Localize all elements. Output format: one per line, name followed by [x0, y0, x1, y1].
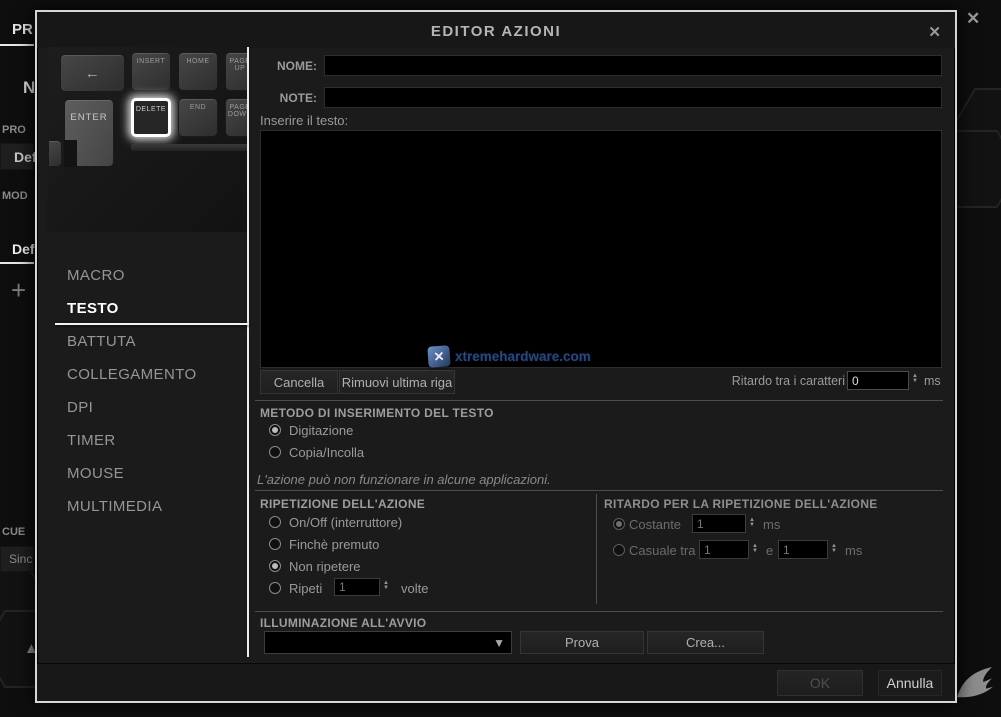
- crea-button[interactable]: Crea...: [647, 631, 764, 654]
- radio-finche-premuto[interactable]: [269, 538, 281, 550]
- chevron-down-icon: ▼: [493, 636, 505, 650]
- bg-label-cue: CUE: [2, 526, 25, 538]
- bg-add-button[interactable]: +: [11, 275, 26, 306]
- radio-casuale: [613, 544, 625, 556]
- method-header: METODO DI INSERIMENTO DEL TESTO: [260, 406, 494, 420]
- menu-item-dpi[interactable]: DPI: [47, 391, 247, 424]
- casuale-from-spinner: ▲▼: [752, 544, 758, 554]
- casuale-to-spinner: ▲▼: [831, 544, 837, 554]
- casuale-unit: ms: [845, 543, 862, 558]
- keyboard-preview: ← ENTER INSERT HOME PAGE UP DELETE END P…: [47, 47, 247, 232]
- menu-item-macro[interactable]: MACRO: [47, 259, 247, 292]
- radio-copia-incolla[interactable]: [269, 446, 281, 458]
- costante-spinner: ▲▼: [749, 518, 755, 528]
- radio-non-ripetere-label[interactable]: Non ripetere: [289, 559, 361, 574]
- rimuovi-ultima-riga-button[interactable]: Rimuovi ultima riga: [339, 370, 455, 394]
- dialog-close-icon[interactable]: ✕: [928, 23, 941, 41]
- radio-digitazione-label[interactable]: Digitazione: [289, 423, 353, 438]
- repeat-delay-header: RITARDO PER LA RIPETIZIONE DELL'AZIONE: [604, 497, 878, 511]
- insert-text-label: Inserire il testo:: [260, 113, 348, 128]
- ripeti-count-input[interactable]: [334, 578, 380, 596]
- radio-finche-premuto-label[interactable]: Finchè premuto: [289, 537, 379, 552]
- char-delay-unit: ms: [924, 374, 941, 388]
- key-insert: INSERT: [131, 52, 171, 91]
- separator: [255, 490, 943, 491]
- radio-onoff[interactable]: [269, 516, 281, 528]
- nome-label: NOME:: [237, 59, 317, 73]
- note-input[interactable]: [324, 87, 942, 108]
- radio-casuale-label: Casuale tra: [629, 543, 695, 558]
- radio-ripeti[interactable]: [269, 582, 281, 594]
- radio-copia-incolla-label[interactable]: Copia/Incolla: [289, 445, 364, 460]
- bg-label-mod: MOD: [2, 190, 28, 202]
- text-entry-area[interactable]: ✕ xtremehardware.com: [260, 130, 942, 368]
- menu-item-mouse[interactable]: MOUSE: [47, 457, 247, 490]
- app-window: PR N PRO Def MOD Def + CUE Sinc ▲ ✕ EDIT…: [0, 0, 1001, 717]
- costante-unit: ms: [763, 517, 780, 532]
- method-note: L'azione può non funzionare in alcune ap…: [257, 472, 551, 487]
- action-type-panel: ← ENTER INSERT HOME PAGE UP DELETE END P…: [47, 47, 249, 657]
- bg-tab-default[interactable]: Def: [12, 241, 35, 257]
- bg-tab-underline: [0, 44, 34, 46]
- key-enter-notch: [64, 140, 77, 167]
- cancella-button[interactable]: Cancella: [260, 370, 338, 394]
- menu-item-battuta[interactable]: BATTUTA: [47, 325, 247, 358]
- dialog-title: EDITOR AZIONI: [37, 23, 955, 40]
- char-delay-spinner[interactable]: ▲▼: [912, 374, 918, 384]
- menu-item-timer[interactable]: TIMER: [47, 424, 247, 457]
- bg-heading: N: [23, 78, 35, 98]
- casuale-conjunction: e: [766, 543, 773, 558]
- key-backspace: ←: [60, 54, 125, 92]
- menu-item-collegamento[interactable]: COLLEGAMENTO: [47, 358, 247, 391]
- watermark-text: xtremehardware.com: [455, 349, 591, 364]
- menu-item-multimedia[interactable]: MULTIMEDIA: [47, 490, 247, 523]
- bg-tab-profile[interactable]: PR: [12, 21, 33, 38]
- radio-costante-label: Costante: [629, 517, 681, 532]
- separator: [255, 611, 943, 612]
- radio-non-ripetere[interactable]: [269, 560, 281, 572]
- ripeti-count-spinner[interactable]: ▲▼: [383, 581, 389, 591]
- radio-costante: [613, 518, 625, 530]
- key-end: END: [178, 98, 218, 137]
- lighting-header: ILLUMINAZIONE ALL'AVVIO: [260, 616, 426, 630]
- corsair-logo-icon: [956, 666, 994, 705]
- action-editor-dialog: EDITOR AZIONI ✕ ← ENTER INSERT HOME PAGE…: [35, 10, 957, 703]
- annulla-button[interactable]: Annulla: [878, 670, 942, 696]
- prova-button[interactable]: Prova: [520, 631, 644, 654]
- casuale-from-input: [699, 540, 749, 559]
- keyboard-frame-edge: [131, 144, 247, 151]
- note-label: NOTE:: [237, 91, 317, 105]
- casuale-to-input: [778, 540, 828, 559]
- separator: [255, 400, 943, 401]
- char-delay-input[interactable]: [847, 371, 909, 390]
- key-fragment: [48, 140, 62, 167]
- lighting-dropdown-value: [265, 635, 271, 650]
- radio-digitazione[interactable]: [269, 424, 281, 436]
- column-divider: [596, 494, 597, 604]
- key-home: HOME: [178, 52, 218, 91]
- char-delay-label: Ritardo tra i caratteri: [677, 374, 845, 388]
- action-type-menu: MACRO TESTO BATTUTA COLLEGAMENTO DPI TIM…: [47, 259, 247, 523]
- repeat-header: RIPETIZIONE DELL'AZIONE: [260, 497, 425, 511]
- watermark: ✕ xtremehardware.com: [428, 346, 591, 367]
- ok-button: OK: [777, 670, 863, 696]
- key-delete-highlighted: DELETE: [131, 98, 171, 137]
- bg-tab-underline: [0, 262, 34, 264]
- costante-input: [692, 514, 746, 533]
- dialog-footer: OK Annulla: [37, 663, 955, 701]
- lighting-dropdown[interactable]: ▼: [264, 631, 512, 654]
- bg-dropdown-sinc[interactable]: Sinc: [0, 546, 34, 572]
- nome-input[interactable]: [324, 55, 942, 76]
- radio-ripeti-label[interactable]: Ripeti: [289, 581, 322, 596]
- app-close-icon[interactable]: ✕: [966, 9, 980, 29]
- bg-label-pro: PRO: [2, 124, 26, 136]
- ripeti-unit-label: volte: [401, 581, 428, 596]
- radio-onoff-label[interactable]: On/Off (interruttore): [289, 515, 402, 530]
- bg-dropdown-default[interactable]: Def: [0, 143, 34, 170]
- watermark-x-icon: ✕: [427, 345, 450, 367]
- selected-tab-underline: [55, 323, 249, 325]
- menu-item-testo[interactable]: TESTO: [47, 292, 247, 325]
